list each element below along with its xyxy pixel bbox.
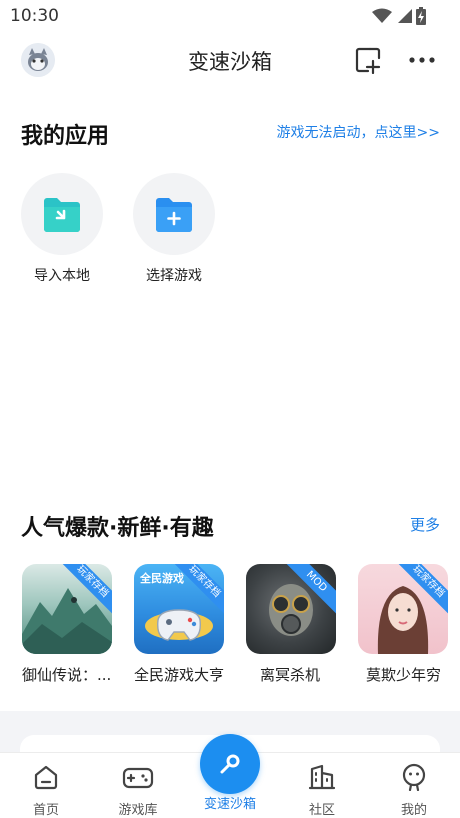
cover-text: 全民游戏 bbox=[140, 572, 184, 585]
folder-add-icon bbox=[156, 198, 192, 232]
sandbox-icon bbox=[220, 754, 240, 774]
game-name: 御仙传说：... bbox=[22, 666, 112, 684]
game-cover: 玩家存档 bbox=[22, 564, 112, 654]
folder-import-icon bbox=[44, 198, 80, 232]
top-bar: 变速沙箱 bbox=[0, 36, 460, 86]
wifi-icon bbox=[372, 8, 392, 23]
game-cover: 玩家存档 bbox=[358, 564, 448, 654]
game-card[interactable]: MOD 离冥杀机 bbox=[246, 564, 354, 685]
community-icon bbox=[308, 764, 336, 790]
game-cover: 全民游戏 玩家存档 bbox=[134, 564, 224, 654]
gamepad-icon bbox=[122, 767, 154, 789]
select-game-label: 选择游戏 bbox=[146, 268, 202, 284]
more-dots-icon bbox=[409, 57, 435, 63]
tab-label: 变速沙箱 bbox=[203, 797, 256, 812]
select-game-circle bbox=[133, 173, 215, 255]
tab-label: 我的 bbox=[400, 803, 427, 818]
tab-label: 社区 bbox=[308, 803, 335, 818]
more-link[interactable]: 更多 bbox=[410, 514, 440, 535]
page-title: 变速沙箱 bbox=[188, 50, 272, 74]
game-card[interactable]: 全民游戏 玩家存档 全民游戏大亨 bbox=[134, 564, 242, 685]
status-icons bbox=[372, 7, 426, 25]
game-name: 离冥杀机 bbox=[260, 666, 321, 684]
signal-icon bbox=[398, 9, 412, 23]
home-icon bbox=[34, 765, 58, 790]
game-cover: MOD bbox=[246, 564, 336, 654]
battery-icon bbox=[416, 7, 426, 25]
more-button[interactable] bbox=[408, 52, 436, 68]
popular-title: 人气爆款·新鲜·有趣 bbox=[21, 516, 214, 541]
import-local-circle bbox=[21, 173, 103, 255]
tab-game-library[interactable]: 游戏库 bbox=[98, 763, 178, 818]
add-button[interactable] bbox=[354, 46, 382, 75]
game-name: 全民游戏大亨 bbox=[134, 666, 225, 684]
status-time: 10:30 bbox=[10, 6, 59, 26]
tab-label: 游戏库 bbox=[118, 803, 158, 818]
add-square-icon bbox=[355, 47, 381, 75]
profile-icon bbox=[402, 763, 426, 792]
tab-label: 首页 bbox=[32, 803, 59, 818]
help-link[interactable]: 游戏无法启动，点这里>> bbox=[277, 122, 440, 142]
tab-home[interactable]: 首页 bbox=[6, 763, 86, 818]
select-game-tile[interactable]: 选择游戏 bbox=[124, 173, 224, 285]
sandbox-fab-button[interactable] bbox=[200, 734, 260, 794]
my-apps-title: 我的应用 bbox=[21, 124, 110, 149]
status-bar: 10:30 bbox=[0, 0, 460, 32]
game-card[interactable]: 玩家存档 御仙传说：... bbox=[22, 564, 130, 685]
game-name: 莫欺少年穷 bbox=[366, 666, 442, 684]
tab-community[interactable]: 社区 bbox=[282, 763, 362, 818]
import-local-label: 导入本地 bbox=[34, 268, 90, 284]
import-local-tile[interactable]: 导入本地 bbox=[12, 173, 112, 285]
game-card[interactable]: 玩家存档 莫欺少年穷 bbox=[358, 564, 460, 685]
tab-profile[interactable]: 我的 bbox=[374, 763, 454, 818]
